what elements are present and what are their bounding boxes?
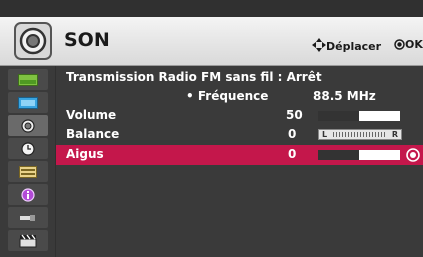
move-hint-label: Déplacer <box>326 40 382 53</box>
sidebar-item-info[interactable] <box>8 184 48 205</box>
input-icon <box>20 214 35 221</box>
treble-slider-fill <box>318 150 359 160</box>
treble-label: Aigus <box>66 147 104 161</box>
sidebar-item-input[interactable] <box>8 207 48 228</box>
sound-menu-panel: SON Déplacer OK Transmission Radio FM sa… <box>0 0 423 257</box>
balance-left-marker: L <box>322 130 328 139</box>
menu-row-balance[interactable]: Balance 0 L R <box>56 125 423 144</box>
sound-settings-list: Transmission Radio FM sans fil : Arrêt •… <box>56 66 423 257</box>
sidebar-item-options[interactable] <box>8 161 48 182</box>
radio-transmission-label: Transmission Radio FM sans fil : Arrêt <box>66 70 322 84</box>
menu-row-frequency[interactable]: • Fréquence 88.5 MHz <box>56 87 423 106</box>
menu-row-treble[interactable]: Aigus 0 <box>56 145 423 165</box>
volume-value: 50 <box>286 108 303 122</box>
screen-icon <box>18 96 38 109</box>
info-icon <box>21 187 35 202</box>
ok-hint: OK <box>394 38 423 51</box>
balance-value: 0 <box>288 127 297 141</box>
menu-header: SON Déplacer OK <box>0 17 423 66</box>
ok-select-icon <box>406 148 420 162</box>
menu-row-radio-transmission[interactable]: Transmission Radio FM sans fil : Arrêt <box>56 68 423 87</box>
options-icon <box>19 165 37 178</box>
navigation-arrows-icon <box>312 38 326 52</box>
volume-slider-fill <box>318 111 359 121</box>
balance-slider[interactable]: L R <box>318 129 402 140</box>
category-sidebar <box>0 66 55 257</box>
treble-value: 0 <box>288 147 297 161</box>
media-icon <box>19 234 37 247</box>
page-title: SON <box>64 29 110 51</box>
move-hint: Déplacer <box>312 38 381 53</box>
sidebar-item-media[interactable] <box>8 230 48 251</box>
menu-row-volume[interactable]: Volume 50 <box>56 106 423 125</box>
ok-hint-label: OK <box>405 38 423 51</box>
balance-right-marker: R <box>391 130 398 139</box>
volume-slider[interactable] <box>318 111 400 121</box>
sound-icon <box>21 118 35 133</box>
treble-slider[interactable] <box>318 150 400 160</box>
picture-icon <box>18 73 38 86</box>
sidebar-item-time[interactable] <box>8 138 48 159</box>
frequency-label: • Fréquence <box>186 89 269 103</box>
volume-label: Volume <box>66 108 117 122</box>
balance-ticks <box>333 132 385 137</box>
balance-label: Balance <box>66 127 120 141</box>
ok-button-icon <box>394 39 405 50</box>
frequency-value: 88.5 MHz <box>313 89 376 103</box>
speaker-icon <box>14 22 52 60</box>
sidebar-item-sound[interactable] <box>8 115 48 136</box>
sidebar-item-picture[interactable] <box>8 69 48 90</box>
clock-icon <box>21 141 35 156</box>
sidebar-item-screen[interactable] <box>8 92 48 113</box>
